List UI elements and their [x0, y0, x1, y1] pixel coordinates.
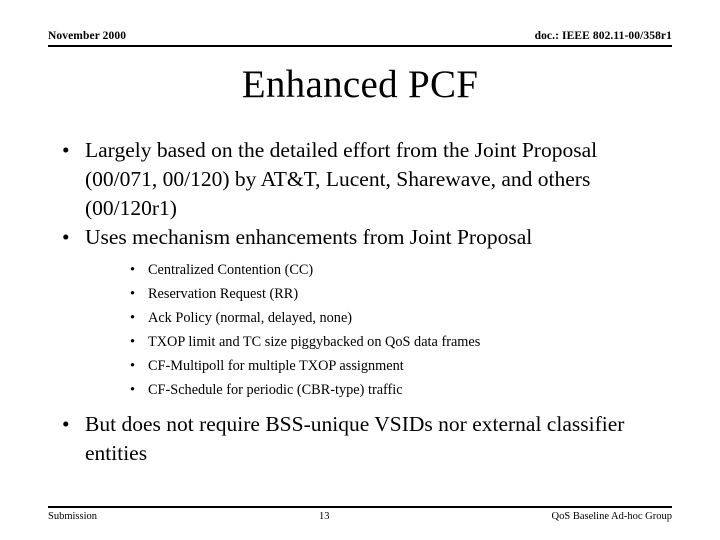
slide-body: • Largely based on the detailed effort f…: [48, 136, 672, 468]
bullet-list-level1: • Largely based on the detailed effort f…: [48, 136, 672, 468]
sub-bullet-item-3: • Ack Policy (normal, delayed, none): [130, 306, 672, 330]
bullet-item-1: • Largely based on the detailed effort f…: [48, 136, 672, 223]
bullet-item-2: • Uses mechanism enhancements from Joint…: [48, 223, 672, 402]
sub-bullet-text-6: CF-Schedule for periodic (CBR-type) traf…: [148, 382, 403, 398]
sub-bullet-item-2: • Reservation Request (RR): [130, 282, 672, 306]
bullet-text-1: Largely based on the detailed effort fro…: [85, 138, 598, 220]
header-row: November 2000 doc.: IEEE 802.11-00/358r1: [48, 30, 672, 43]
slide-canvas: November 2000 doc.: IEEE 802.11-00/358r1…: [0, 0, 720, 540]
footer-submission-label: Submission: [48, 511, 98, 522]
sub-bullet-text-4: TXOP limit and TC size piggybacked on Qo…: [148, 334, 481, 350]
sub-bullet-text-1: Centralized Contention (CC): [148, 262, 314, 278]
header-divider: [48, 45, 672, 47]
slide-header: November 2000 doc.: IEEE 802.11-00/358r1: [48, 30, 672, 52]
sub-bullet-marker-icon: •: [130, 262, 136, 278]
bullet-list-level2: • Centralized Contention (CC) • Reservat…: [85, 258, 672, 402]
sub-bullet-item-4: • TXOP limit and TC size piggybacked on …: [130, 330, 672, 354]
sub-bullet-text-3: Ack Policy (normal, delayed, none): [148, 310, 353, 326]
sub-bullet-item-5: • CF-Multipoll for multiple TXOP assignm…: [130, 354, 672, 378]
slide-footer: Submission 13 QoS Baseline Ad-hoc Group: [48, 506, 672, 523]
slide-title: Enhanced PCF: [241, 63, 479, 106]
bullet-text-2: Uses mechanism enhancements from Joint P…: [85, 225, 533, 249]
sub-bullet-text-2: Reservation Request (RR): [148, 286, 299, 302]
sub-bullet-marker-icon: •: [130, 334, 136, 350]
sub-bullet-marker-icon: •: [130, 286, 136, 302]
sub-bullet-text-5: CF-Multipoll for multiple TXOP assignmen…: [148, 358, 404, 374]
footer-page-number: 13: [319, 511, 330, 522]
footer-divider: [48, 506, 672, 508]
sub-bullet-item-6: • CF-Schedule for periodic (CBR-type) tr…: [130, 378, 672, 402]
sub-bullet-item-1: • Centralized Contention (CC): [130, 258, 672, 282]
sub-bullet-marker-icon: •: [130, 382, 136, 398]
header-document-id: doc.: IEEE 802.11-00/358r1: [534, 30, 672, 42]
footer-row: Submission 13 QoS Baseline Ad-hoc Group: [48, 510, 672, 523]
bullet-marker-icon: •: [62, 225, 70, 249]
header-date: November 2000: [48, 30, 127, 42]
bullet-item-3: • But does not require BSS-unique VSIDs …: [48, 410, 672, 468]
bullet-text-3: But does not require BSS-unique VSIDs no…: [85, 412, 625, 465]
bullet-marker-icon: •: [62, 138, 70, 162]
sub-bullet-marker-icon: •: [130, 358, 136, 374]
sub-bullet-marker-icon: •: [130, 310, 136, 326]
footer-group-label: QoS Baseline Ad-hoc Group: [551, 511, 672, 522]
bullet-marker-icon: •: [62, 412, 70, 436]
